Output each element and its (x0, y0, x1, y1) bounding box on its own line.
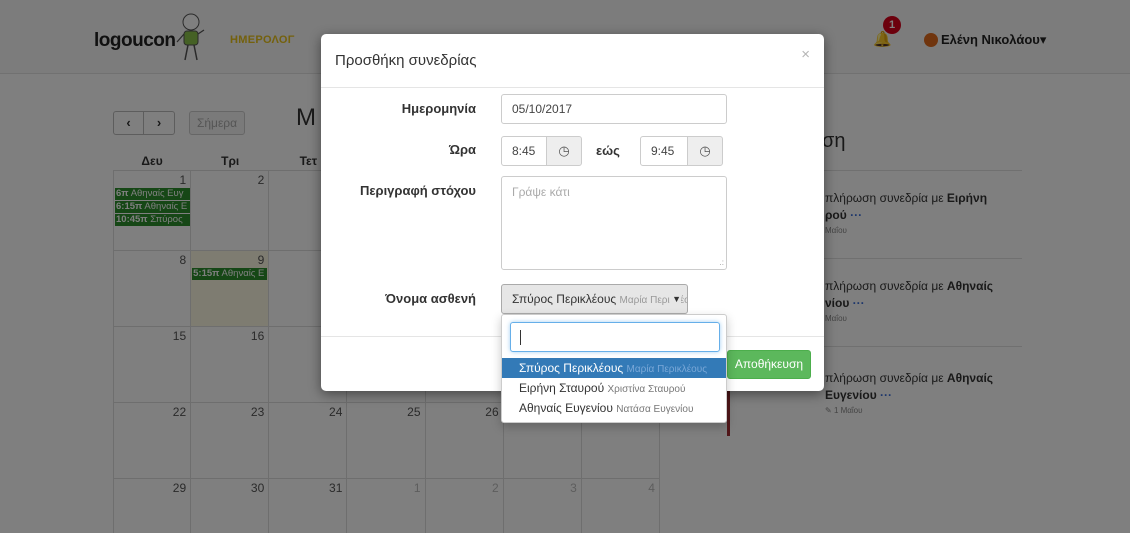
clock-icon[interactable]: ◷ (546, 136, 582, 166)
date-input[interactable]: 05/10/2017 (501, 94, 727, 124)
option-name: Ειρήνη Σταυρού (519, 381, 605, 395)
patient-dropdown: Σπύρος Περικλέους Μαρία Περικλέους Ειρήν… (501, 314, 727, 423)
option-name: Αθηναίς Ευγενίου (519, 401, 613, 415)
modal-header: Προσθήκη συνεδρίας × (321, 34, 824, 88)
time-label: Ώρα (449, 142, 476, 157)
date-label: Ημερομηνία (401, 101, 476, 116)
close-icon[interactable]: × (801, 46, 810, 63)
time-to-input[interactable]: 9:45 (640, 136, 688, 166)
time-from-input[interactable]: 8:45 (501, 136, 547, 166)
clock-icon[interactable]: ◷ (687, 136, 723, 166)
text-cursor (520, 330, 521, 345)
option-sub: Μαρία Περικλέους (626, 364, 708, 375)
dropdown-option[interactable]: Σπύρος Περικλέους Μαρία Περικλέους (502, 358, 726, 378)
goal-placeholder: Γράψε κάτι (512, 185, 570, 199)
option-name: Σπύρος Περικλέους (519, 361, 624, 375)
selected-patient-name: Σπύρος Περικλέους (512, 292, 617, 306)
save-button[interactable]: Αποθήκευση (727, 350, 811, 379)
goal-textarea[interactable]: Γράψε κάτι .: (501, 176, 727, 270)
dropdown-option[interactable]: Ειρήνη Σταυρού Χριστίνα Σταυρού (502, 378, 726, 398)
option-sub: Χριστίνα Σταυρού (607, 384, 686, 395)
patient-select[interactable]: Σπύρος Περικλέους Μαρία Περικλέους ▼ (501, 284, 688, 314)
resize-handle-icon[interactable]: .: (720, 258, 724, 267)
time-to-label: εώς (596, 143, 620, 158)
option-sub: Νατάσα Ευγενίου (616, 404, 694, 415)
dropdown-option[interactable]: Αθηναίς Ευγενίου Νατάσα Ευγενίου (502, 398, 726, 418)
dropdown-search-input[interactable] (510, 322, 720, 352)
modal-title: Προσθήκη συνεδρίας (335, 52, 477, 69)
patient-label: Όνομα ασθενή (385, 291, 476, 306)
caret-down-icon: ▼ (670, 285, 681, 313)
goal-label: Περιγραφή στόχου (359, 183, 476, 198)
